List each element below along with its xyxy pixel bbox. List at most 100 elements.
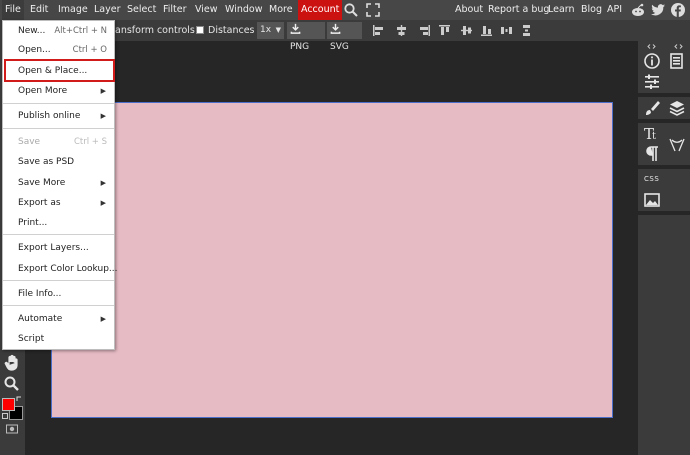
file-menu-open[interactable]: Open... Ctrl + O — [3, 40, 114, 60]
search-icon[interactable] — [343, 2, 359, 18]
file-menu-export-color-lookup-label: Export Color Lookup... — [18, 264, 118, 274]
distribute-horizontal-icon[interactable] — [500, 24, 513, 37]
file-menu-dropdown: New... Alt+Ctrl + N Open... Ctrl + O Open … — [2, 20, 118, 350]
menu-account[interactable]: Account — [298, 0, 343, 20]
link-about[interactable]: About — [452, 0, 486, 20]
align-bottom-icon[interactable] — [480, 24, 493, 37]
menu-separator — [3, 280, 114, 281]
file-menu-print[interactable]: Print... — [3, 213, 114, 233]
download-icon — [330, 23, 341, 34]
file-menu-publish-online[interactable]: Publish online ▶ — [3, 106, 114, 126]
file-menu-script[interactable]: Script — [3, 329, 114, 349]
svg-text:t: t — [652, 131, 656, 142]
collapse-arrows-icon[interactable] — [647, 44, 656, 49]
zoom-tool-icon[interactable] — [3, 375, 21, 393]
brush-icon[interactable] — [643, 99, 661, 117]
file-menu-open-more[interactable]: Open More ▶ — [3, 81, 114, 101]
align-right-icon[interactable] — [418, 24, 431, 37]
file-menu-open-shortcut: Ctrl + O — [72, 45, 107, 55]
layers-icon[interactable] — [668, 99, 686, 117]
character-icon[interactable]: Tt — [643, 124, 661, 142]
menu-select[interactable]: Select — [124, 0, 159, 20]
file-menu-new[interactable]: New... Alt+Ctrl + N — [3, 21, 114, 41]
menu-image[interactable]: Image — [55, 0, 91, 20]
file-menu-export-color-lookup[interactable]: Export Color Lookup... — [3, 259, 118, 279]
menu-more[interactable]: More — [266, 0, 296, 20]
file-menu-open-more-label: Open More — [18, 86, 68, 96]
align-middle-v-icon[interactable] — [460, 24, 473, 37]
submenu-arrow-icon: ▶ — [100, 315, 106, 323]
submenu-arrow-icon: ▶ — [100, 87, 106, 95]
collapse-arrows-icon[interactable] — [674, 44, 683, 49]
hand-tool-icon[interactable] — [3, 354, 21, 372]
file-menu-export-layers[interactable]: Export Layers... — [3, 238, 114, 258]
svg-label: SVG — [330, 42, 349, 52]
file-menu-new-shortcut: Alt+Ctrl + N — [54, 26, 107, 36]
transform-controls-label[interactable]: ansform controls — [115, 20, 195, 41]
submenu-arrow-icon: ▶ — [100, 179, 106, 187]
css-panel-button[interactable]: CSS — [644, 175, 659, 183]
file-menu-new-label: New... — [18, 26, 46, 36]
menu-file[interactable]: File — [2, 0, 24, 20]
twitter-icon[interactable] — [650, 2, 666, 18]
menu-layer[interactable]: Layer — [91, 0, 124, 20]
chevron-down-icon: ▼ — [275, 26, 281, 34]
menu-view[interactable]: View — [192, 0, 221, 20]
right-panel-strip: Tt CSS — [638, 41, 690, 455]
file-menu-export-as[interactable]: Export as ▶ — [3, 193, 114, 213]
link-blog[interactable]: Blog — [578, 0, 605, 20]
link-api[interactable]: API — [604, 0, 625, 20]
fullscreen-icon[interactable] — [365, 2, 381, 18]
link-report-bug[interactable]: Report a bug — [485, 0, 552, 20]
menu-filter[interactable]: Filter — [160, 0, 190, 20]
distances-label: Distances — [208, 25, 255, 36]
download-icon — [290, 23, 301, 34]
file-menu-publish-online-label: Publish online — [18, 111, 81, 121]
file-menu-automate-label: Automate — [18, 314, 63, 324]
file-menu-save-as-psd-label: Save as PSD — [18, 157, 75, 167]
document-canvas[interactable] — [51, 102, 613, 418]
menubar: File Edit Image Layer Select Filter View… — [0, 0, 690, 20]
file-menu-automate[interactable]: Automate ▶ — [3, 309, 114, 329]
properties-icon[interactable] — [643, 73, 661, 91]
link-learn[interactable]: Learn — [545, 0, 578, 20]
submenu-arrow-icon: ▶ — [100, 199, 106, 207]
foreground-color-swatch[interactable] — [2, 398, 15, 411]
export-png-button[interactable]: PNG — [287, 22, 325, 52]
distances-checkbox-box[interactable] — [196, 26, 204, 34]
menu-edit[interactable]: Edit — [27, 0, 51, 20]
file-menu-file-info-label: File Info... — [18, 289, 62, 299]
reddit-icon[interactable] — [630, 2, 646, 18]
distances-checkbox[interactable]: Distances — [196, 20, 255, 41]
zoom-value: 1x — [260, 25, 272, 35]
facebook-icon[interactable] — [670, 2, 686, 18]
image-icon[interactable] — [643, 191, 661, 209]
info-icon[interactable] — [643, 52, 661, 70]
menu-separator — [3, 103, 114, 104]
export-svg-button[interactable]: SVG — [327, 22, 362, 52]
zoom-select[interactable]: 1x ▼ — [257, 22, 284, 39]
file-menu-save[interactable]: Save Ctrl + S — [3, 132, 114, 152]
file-menu-save-label: Save — [18, 137, 41, 147]
reset-colors-icon[interactable] — [2, 413, 8, 419]
file-menu-save-more[interactable]: Save More ▶ — [3, 173, 114, 193]
file-menu-export-layers-label: Export Layers... — [18, 243, 89, 253]
file-menu-export-as-label: Export as — [18, 198, 61, 208]
history-icon[interactable] — [668, 52, 686, 70]
align-top-icon[interactable] — [438, 24, 451, 37]
paths-icon[interactable] — [668, 136, 686, 154]
distribute-vertical-icon[interactable] — [520, 24, 533, 37]
align-left-icon[interactable] — [372, 24, 385, 37]
file-menu-print-label: Print... — [18, 218, 48, 228]
file-menu-save-as-psd[interactable]: Save as PSD — [3, 152, 114, 172]
quick-mask-icon[interactable] — [6, 424, 18, 434]
file-menu-script-label: Script — [18, 334, 45, 344]
file-menu-file-info[interactable]: File Info... — [3, 284, 114, 304]
paragraph-icon[interactable] — [643, 145, 661, 163]
menu-window[interactable]: Window — [222, 0, 265, 20]
swap-colors-icon[interactable] — [16, 396, 22, 402]
file-menu-save-shortcut: Ctrl + S — [73, 137, 107, 147]
align-center-h-icon[interactable] — [395, 24, 408, 37]
highlight-box — [4, 59, 115, 82]
file-menu-open-label: Open... — [18, 45, 51, 55]
